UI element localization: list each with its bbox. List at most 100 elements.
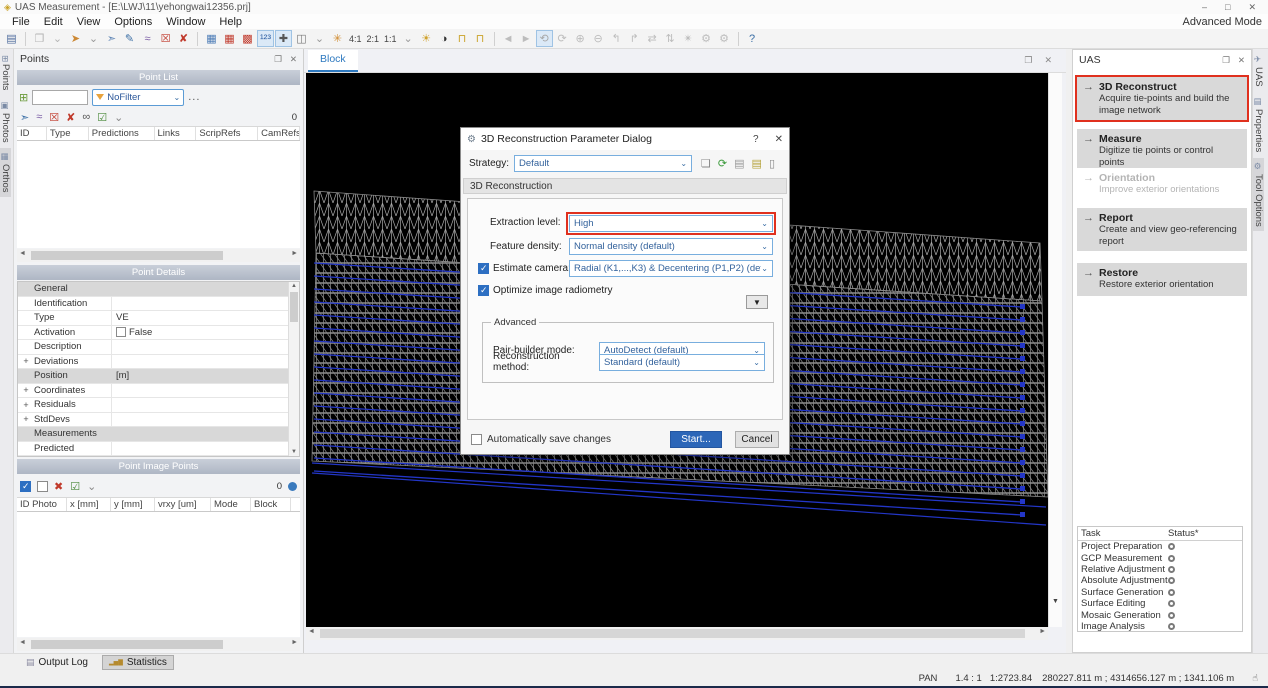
next-image-icon[interactable]: ► xyxy=(518,30,535,47)
jump-prev-icon[interactable]: ↰ xyxy=(608,30,625,47)
detail-row-deviations[interactable]: +Deviations xyxy=(18,355,299,370)
minimize-button[interactable]: – xyxy=(1202,2,1207,13)
move-chevron-icon[interactable]: ⌄ xyxy=(85,30,102,47)
status-ring-icon[interactable] xyxy=(1168,623,1175,630)
expand-icon[interactable]: + xyxy=(18,414,34,424)
zoom-chevron-icon[interactable]: ⌄ xyxy=(400,30,417,47)
strategy-dropdown[interactable]: Default ⌄ xyxy=(514,155,692,172)
close-view-icon[interactable]: ✕ xyxy=(1044,55,1052,66)
dialog-close-button[interactable]: ✕ xyxy=(775,134,783,145)
right-tab-uas[interactable]: ✈UAS xyxy=(1253,51,1264,91)
status-column-header[interactable]: Status* xyxy=(1168,528,1199,539)
point-list-empty-area[interactable] xyxy=(17,141,300,248)
tab-block[interactable]: Block xyxy=(308,50,358,72)
right-tab-tool-options[interactable]: ⚙Tool Options xyxy=(1253,158,1264,231)
detail-row-stddevs[interactable]: +StdDevs xyxy=(18,413,299,428)
dialog-help-button[interactable]: ? xyxy=(753,134,759,145)
status-ring-icon[interactable] xyxy=(1168,612,1175,619)
flip-vertical-icon[interactable]: ⇅ xyxy=(662,30,679,47)
remove-all-images-icon[interactable]: ▩ xyxy=(239,30,256,47)
left-tab-orthos[interactable]: ▦Orthos xyxy=(0,148,11,197)
prev-image-icon[interactable]: ◄ xyxy=(500,30,517,47)
image-points-col-y-mm-[interactable]: y [mm] xyxy=(111,498,155,511)
status-ring-icon[interactable] xyxy=(1168,577,1175,584)
tab-output-log[interactable]: ▤ Output Log xyxy=(20,656,94,669)
start-button[interactable]: Start... xyxy=(670,431,722,448)
detail-row-residuals[interactable]: +Residuals xyxy=(18,398,299,413)
image-points-col-id-photo[interactable]: ID Photo xyxy=(17,498,67,511)
status-ring-icon[interactable] xyxy=(1168,600,1175,607)
pick-point-icon[interactable]: ➣ xyxy=(20,111,29,124)
measure-tool-icon[interactable]: ✎ xyxy=(121,30,138,47)
close-panel-icon[interactable]: ✕ xyxy=(290,54,297,65)
dialog-title-bar[interactable]: ⚙ 3D Reconstruction Parameter Dialog ? ✕ xyxy=(461,128,789,150)
expand-icon[interactable]: + xyxy=(18,356,34,366)
viewport-hscrollbar[interactable] xyxy=(306,627,1048,640)
menu-view[interactable]: View xyxy=(70,16,108,28)
select-none-checkbox[interactable] xyxy=(37,481,48,492)
match-gear-icon[interactable]: ⚙ xyxy=(716,30,733,47)
menu-file[interactable]: File xyxy=(5,16,37,28)
find-icon[interactable]: ∞ xyxy=(82,111,90,124)
lock-icon[interactable]: ⊓ xyxy=(472,30,489,47)
cancel-button[interactable]: Cancel xyxy=(735,431,779,448)
tab-statistics[interactable]: ▂▅▇ Statistics xyxy=(102,655,174,670)
reconstruction-method-dropdown[interactable]: Standard (default) ⌄ xyxy=(599,354,765,371)
check-chevron-icon[interactable]: ⌄ xyxy=(114,111,123,124)
detail-row-predicted[interactable]: Predicted xyxy=(18,442,299,457)
zoom-2-1-label[interactable]: 2:1 xyxy=(365,30,382,47)
autosave-checkbox[interactable] xyxy=(471,434,482,445)
float-view-icon[interactable]: ❐ xyxy=(1024,55,1032,66)
point-list-col-id[interactable]: ID xyxy=(17,127,47,140)
menu-help[interactable]: Help xyxy=(212,16,249,28)
paste-chevron-icon[interactable]: ⌄ xyxy=(49,30,66,47)
check-filter-icon[interactable]: ☑ xyxy=(97,111,107,124)
check-chevron-icon[interactable]: ⌄ xyxy=(87,480,96,493)
detail-row-measurements[interactable]: Measurements xyxy=(18,427,299,442)
detail-row-activation[interactable]: ActivationFalse xyxy=(18,326,299,341)
status-ring-icon[interactable] xyxy=(1168,555,1175,562)
image-points-empty-area[interactable] xyxy=(17,512,300,637)
zoom-1-1-label[interactable]: 1:1 xyxy=(382,30,399,47)
detect-gear-icon[interactable]: ⚙ xyxy=(698,30,715,47)
show-point-ids-icon[interactable]: ¹²³ xyxy=(257,30,274,47)
left-tab-points[interactable]: ⊞Points xyxy=(0,51,11,95)
false-checkbox[interactable] xyxy=(116,327,126,337)
detail-row-description[interactable]: Description xyxy=(18,340,299,355)
delete-image-point-icon[interactable]: ✖ xyxy=(54,480,63,493)
point-list-col-type[interactable]: Type xyxy=(47,127,89,140)
move-point-tool-icon[interactable]: ➤ xyxy=(67,30,84,47)
reload-strategy-icon[interactable]: ⟳ xyxy=(718,157,727,170)
whats-this-icon[interactable]: ? xyxy=(744,30,761,47)
save-strategy-as-icon[interactable]: ▤ xyxy=(752,157,762,170)
optimize-radiometry-checkbox[interactable] xyxy=(478,285,489,296)
camera-pose-icon[interactable]: ✴ xyxy=(680,30,697,47)
status-ring-icon[interactable] xyxy=(1168,589,1175,596)
detail-row-position[interactable]: Position[m] xyxy=(18,369,299,384)
image-points-col-x-mm-[interactable]: x [mm] xyxy=(67,498,111,511)
check-filter-icon[interactable]: ☑ xyxy=(70,480,80,493)
maximize-button[interactable]: □ xyxy=(1225,2,1230,13)
uas-action-orientation[interactable]: →OrientationImprove exterior orientation… xyxy=(1077,168,1247,201)
close-panel-icon[interactable]: ✕ xyxy=(1238,55,1245,66)
uas-action-report[interactable]: →ReportCreate and view geo-referencing r… xyxy=(1077,208,1247,251)
float-panel-icon[interactable]: ❐ xyxy=(1222,55,1230,66)
select-all-checkbox[interactable] xyxy=(20,481,31,492)
uas-action-3d-reconstruct[interactable]: →3D ReconstructAcquire tie-points and bu… xyxy=(1077,77,1247,120)
point-list-col-links[interactable]: Links xyxy=(155,127,197,140)
point-list-col-camrefs[interactable]: CamRefs xyxy=(258,127,300,140)
detail-row-type[interactable]: TypeVE xyxy=(18,311,299,326)
paste-icon[interactable]: ❐ xyxy=(31,30,48,47)
detail-row-general[interactable]: General xyxy=(18,282,299,297)
point-filter-dropdown[interactable]: NoFilter ⌄ xyxy=(92,89,184,106)
delete-strategy-icon[interactable]: ▯ xyxy=(769,157,775,170)
estimate-camera-dropdown[interactable]: Radial (K1,...,K3) & Decentering (P1,P2)… xyxy=(569,260,773,277)
add-point-icon[interactable]: ⊞ xyxy=(19,91,28,104)
pan-tool-icon[interactable]: ✚ xyxy=(275,30,292,47)
delete-marked-points-icon[interactable]: ☒ xyxy=(157,30,174,47)
extraction-level-dropdown[interactable]: High ⌄ xyxy=(569,215,773,232)
viewport-vscrollbar[interactable] xyxy=(1048,73,1062,627)
detail-row-coordinates[interactable]: +Coordinates xyxy=(18,384,299,399)
left-tab-photos[interactable]: ▣Photos xyxy=(0,97,11,147)
fit-view-icon[interactable]: ✳ xyxy=(329,30,346,47)
